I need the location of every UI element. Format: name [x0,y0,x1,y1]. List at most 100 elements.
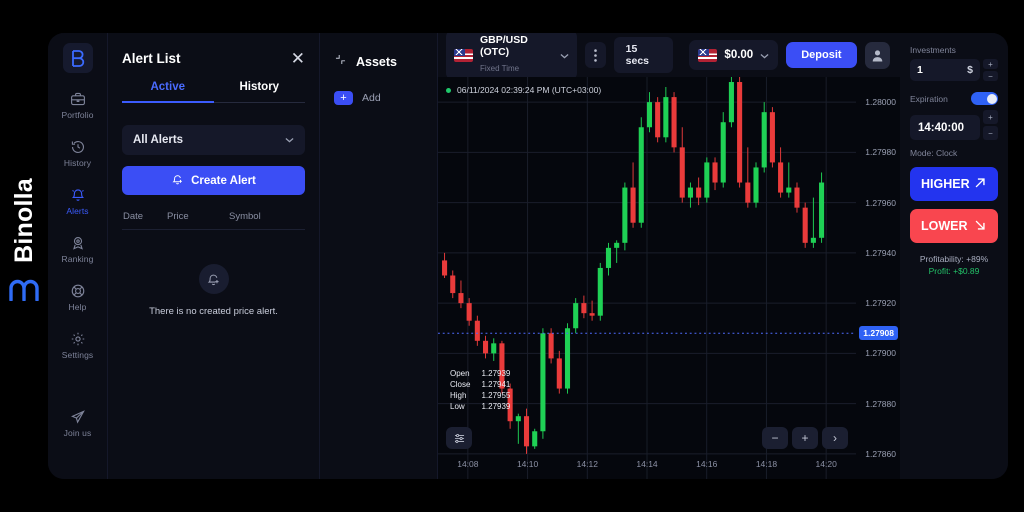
sidebar-item-settings[interactable]: Settings [48,331,108,360]
ohlc-high-value: 1.27955 [481,391,511,400]
ohlc-low-key: Low [450,402,465,411]
timestamp-text: 06/11/2024 02:39:24 PM (UTC+03:00) [457,85,602,95]
timeframe-button[interactable]: 15 secs [613,37,674,73]
assets-header: Assets [334,53,425,71]
sidebar-item-join-us[interactable]: Join us [48,409,108,438]
price-tick-label: 1.27860 [865,448,896,459]
investment-increment-button[interactable]: + [983,59,998,69]
trade-panel: Investments 1 $ + − Expiration 14:40:00 … [900,33,1008,479]
time-tick-label: 14:20 [815,459,837,469]
deposit-button[interactable]: Deposit [786,42,857,68]
sidebar-item-alerts[interactable]: Alerts [48,187,108,216]
chevron-down-icon [560,46,569,64]
expiration-toggle[interactable] [971,92,998,105]
expiration-row: Expiration [910,92,998,105]
collapse-arrows-icon[interactable] [334,53,347,71]
price-tick-label: 1.27880 [865,398,896,409]
expiration-increment-button[interactable]: + [983,110,998,124]
column-price: Price [167,211,189,222]
symbol-selector[interactable]: GBP/USD (OTC) Fixed Time [446,33,577,81]
price-tick-label: 1.28000 [865,97,896,108]
binolla-b-logo[interactable] [62,43,93,73]
chart-timestamp: 06/11/2024 02:39:24 PM (UTC+03:00) [446,85,601,95]
alert-empty-state: There is no created price alert. [122,264,305,317]
sidebar-item-label: Alerts [66,206,89,216]
ohlc-open-key: Open [450,369,470,378]
time-tick-label: 14:14 [636,459,658,469]
price-tick-label: 1.27960 [865,197,896,208]
time-tick-label: 14:18 [755,459,778,469]
brand-strip: Binolla [0,0,48,512]
expiration-label: Expiration [910,93,948,104]
bell-plus-icon [171,173,184,189]
ohlc-open-value: 1.27939 [481,369,511,378]
chevron-down-icon [285,134,294,146]
bell-plus-icon [198,264,229,294]
page-title: Alert List [122,50,181,66]
sidebar-item-history[interactable]: History [48,139,108,168]
chart-settings-icon[interactable] [446,427,472,449]
expiration-time-input[interactable]: 14:40:00 [910,115,980,140]
alert-tabs: Active History [122,81,305,103]
sidebar-item-label: Join us [63,428,92,438]
status-dot-icon [446,87,451,93]
add-asset-button[interactable]: + Add [334,91,425,105]
price-tick-label: 1.27980 [865,147,896,158]
lower-button[interactable]: LOWER [910,209,998,243]
alert-table-header: Date Price Symbol [122,211,305,230]
investment-value: 1 [917,64,923,76]
ohlc-low-value: 1.27939 [481,402,511,411]
close-icon[interactable]: ✕ [291,50,305,67]
chart-column: GBP/USD (OTC) Fixed Time 15 secs $0.00 D… [438,33,900,479]
candlestick-chart[interactable]: 06/11/2024 02:39:24 PM (UTC+03:00) Open … [438,77,856,479]
create-alert-label: Create Alert [191,174,256,187]
alert-panel-header: Alert List ✕ [122,33,305,77]
investment-input[interactable]: 1 $ [910,59,980,81]
sidebar-item-label: Ranking [61,254,94,264]
tab-history[interactable]: History [213,81,305,103]
time-tick-label: 14:08 [457,459,479,469]
assets-title: Assets [356,55,397,69]
investment-decrement-button[interactable]: − [983,71,998,81]
chart-canvas [438,77,856,479]
user-avatar-icon[interactable] [864,41,890,69]
ohlc-readout: Open 1.27939 Close 1.27941 High 1.27955 … [450,369,510,411]
price-axis[interactable]: 1.28000 1.27980 1.27960 1.27940 1.27920 1.279… [856,77,900,479]
plus-icon: + [334,91,353,105]
alert-filter-select[interactable]: All Alerts [122,125,305,155]
expiration-decrement-button[interactable]: − [983,126,998,140]
alert-filter-value: All Alerts [133,134,184,146]
sidebar-item-portfolio[interactable]: Portfolio [48,91,108,120]
sidebar-item-label: Portfolio [61,110,94,120]
scroll-right-button[interactable]: › [822,427,848,449]
higher-button[interactable]: HIGHER [910,167,998,201]
chevron-down-icon [760,46,769,64]
investment-stepper: + − [983,59,998,81]
sidebar-item-label: History [63,158,92,168]
app-window: Portfolio History Alerts Ranking Help Se… [48,33,1008,479]
mode-label: Mode: Clock [910,148,958,158]
chart-toolbar: GBP/USD (OTC) Fixed Time 15 secs $0.00 D… [438,33,900,81]
zoom-out-button[interactable]: − [762,427,788,449]
sidebar-item-label: Settings [61,350,94,360]
sidebar-item-help[interactable]: Help [48,283,108,312]
zoom-in-button[interactable]: + [792,427,818,449]
create-alert-button[interactable]: Create Alert [122,166,305,195]
lower-label: LOWER [921,219,968,233]
balance-selector[interactable]: $0.00 [689,40,779,70]
arrow-up-right-icon [973,176,987,193]
profitability-text: Profitability: +89% [919,254,989,264]
ohlc-close-key: Close [450,380,471,389]
sidebar-item-ranking[interactable]: Ranking [48,235,108,264]
time-tick-label: 14:12 [576,459,598,469]
chart-body: 06/11/2024 02:39:24 PM (UTC+03:00) Open … [438,77,900,479]
arrow-down-right-icon [973,218,987,235]
more-vertical-icon[interactable] [584,42,606,68]
price-tick-label: 1.27920 [865,298,896,309]
alert-list-panel: Alert List ✕ Active History All Alerts C… [108,33,320,479]
profit-text: Profit: +$0.89 [928,266,980,276]
chart-controls: − + › [446,427,848,449]
symbol-name: GBP/USD (OTC) [480,33,528,58]
higher-label: HIGHER [921,177,970,191]
tab-active[interactable]: Active [122,81,214,103]
